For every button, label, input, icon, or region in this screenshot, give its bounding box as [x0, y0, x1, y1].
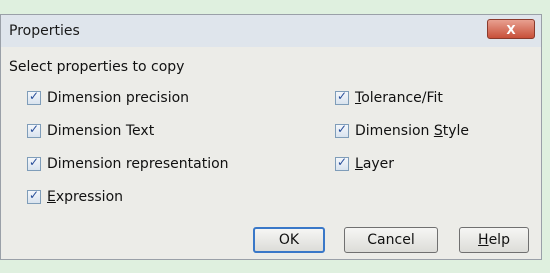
accelerator-key: S — [433, 123, 443, 139]
checkbox-label: Layer — [355, 156, 395, 172]
checkbox-dimension-style[interactable]: Dimension Style — [335, 121, 469, 141]
checkbox-label: Dimension Text — [47, 123, 155, 139]
close-button[interactable]: X — [487, 19, 535, 39]
checkbox-label: Expression — [47, 189, 124, 205]
checkbox-checked-icon[interactable] — [27, 89, 41, 105]
checkbox-label: Dimension Style — [355, 123, 470, 139]
checkbox-dimension-representation[interactable]: Dimension representation — [27, 154, 229, 174]
accelerator-key: H — [478, 232, 489, 248]
dialog-title: Properties — [9, 23, 80, 39]
properties-dialog: Properties X Select properties to copy D… — [0, 14, 542, 260]
checkbox-checked-icon[interactable] — [27, 155, 41, 171]
title-bar: Properties X — [1, 15, 541, 47]
checkbox-checked-icon[interactable] — [335, 122, 349, 138]
accelerator-key: L — [355, 156, 363, 172]
section-label: Select properties to copy — [9, 59, 185, 75]
checkbox-checked-icon[interactable] — [335, 89, 349, 105]
help-button[interactable]: Help — [459, 227, 529, 253]
checkbox-checked-icon[interactable] — [27, 188, 41, 204]
checkbox-label: Tolerance/Fit — [355, 90, 443, 106]
accelerator-key: E — [47, 189, 56, 205]
checkbox-checked-icon[interactable] — [27, 122, 41, 138]
checkbox-checked-icon[interactable] — [335, 155, 349, 171]
checkbox-label: Dimension precision — [47, 90, 190, 106]
checkbox-tolerance-fit[interactable]: Tolerance/Fit — [335, 88, 443, 108]
checkbox-expression[interactable]: Expression — [27, 187, 123, 207]
cancel-button[interactable]: Cancel — [344, 227, 438, 253]
ok-button[interactable]: OK — [253, 227, 325, 253]
checkbox-dimension-text[interactable]: Dimension Text — [27, 121, 154, 141]
checkbox-dimension-precision[interactable]: Dimension precision — [27, 88, 189, 108]
checkbox-layer[interactable]: Layer — [335, 154, 394, 174]
checkbox-label: Dimension representation — [47, 156, 229, 172]
